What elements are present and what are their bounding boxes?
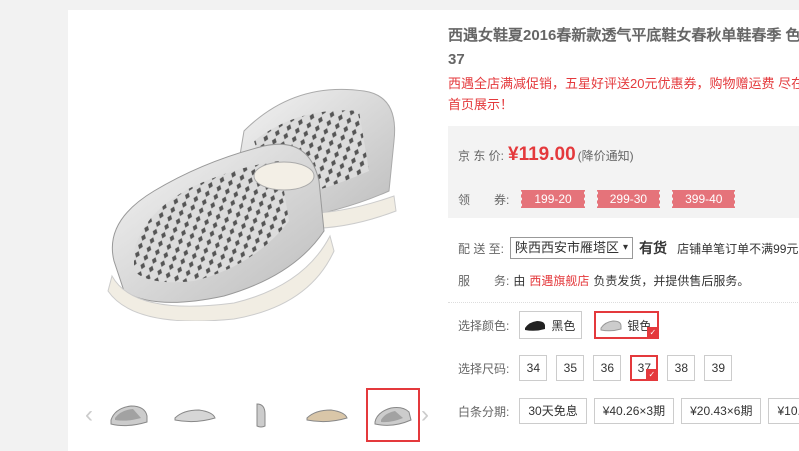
size-39[interactable]: 39: [704, 355, 733, 381]
installment-30-day[interactable]: 30天免息: [519, 398, 587, 424]
thumbs-next-arrow[interactable]: ›: [414, 400, 436, 430]
size-35[interactable]: 35: [556, 355, 585, 381]
size-label: 选择尺码:: [458, 361, 510, 376]
delivery-label: 配 送 至:: [458, 241, 505, 256]
installment-6-period[interactable]: ¥20.43×6期: [681, 398, 762, 424]
divider: [448, 302, 799, 303]
shoe-thumbnail-icon: [256, 403, 266, 428]
color-label: 选择颜色:: [458, 318, 510, 333]
shoe-thumbnail-icon: [374, 407, 412, 426]
shoe-thumbnail-icon: [306, 409, 348, 423]
shipping-note: 店铺单笔订单不满99元: [677, 241, 799, 256]
coupon-399-40[interactable]: 399-40: [671, 190, 736, 208]
shoe-thumbnail-icon: [174, 409, 216, 423]
thumbnail-4[interactable]: [300, 388, 354, 442]
coupon-199-20[interactable]: 199-20: [520, 190, 585, 208]
price-value: ¥119.00: [508, 144, 576, 165]
color-option-black[interactable]: 黑色: [519, 311, 583, 339]
price-notify-link[interactable]: (降价通知): [578, 147, 634, 164]
color-row: 选择颜色: 黑色 银色 ✓: [458, 311, 671, 339]
price-box: 京 东 价: ¥119.00 (降价通知) 领 券: 199-20 299-30…: [448, 126, 799, 218]
chevron-down-icon: ▾: [623, 242, 629, 253]
product-title: 西遇女鞋夏2016春新款透气平底鞋女春秋单鞋春季 色 37: [448, 27, 799, 68]
color-option-label: 黑色: [551, 318, 576, 333]
silver-shoe-icon: [600, 320, 622, 332]
service-row: 服 务: 由 西遇旗舰店 负责发货，并提供售后服务。: [458, 272, 749, 289]
installment-label: 白条分期:: [458, 404, 510, 419]
thumbnail-5-selected[interactable]: [366, 388, 420, 442]
price-label: 京 东 价:: [458, 149, 505, 163]
price-row: 京 东 价: ¥119.00 (降价通知): [458, 144, 634, 166]
installment-3-period[interactable]: ¥40.26×3期: [593, 398, 675, 424]
product-page: ‹ › 西遇女鞋夏2016春新款透气平底鞋女春秋单鞋春季 色 37 西遇全店满减…: [68, 10, 799, 451]
size-37-selected[interactable]: 37 ✓: [630, 355, 659, 381]
coupon-299-30[interactable]: 299-30: [595, 190, 661, 208]
thumbnail-3[interactable]: [234, 388, 288, 442]
checkmark-icon: ✓: [647, 327, 659, 338]
size-36[interactable]: 36: [593, 355, 622, 381]
coupon-label: 领 券:: [458, 192, 510, 207]
installment-more[interactable]: ¥10.5: [768, 398, 799, 424]
checkmark-icon: ✓: [646, 369, 658, 380]
thumbnail-strip: [102, 388, 420, 442]
region-value: 陕西西安市雁塔区: [515, 240, 620, 255]
shop-link[interactable]: 西遇旗舰店: [529, 272, 589, 289]
service-prefix: 由: [513, 274, 526, 288]
delivery-row: 配 送 至: 陕西西安市雁塔区 ▾ 有货 店铺单笔订单不满99元: [458, 237, 798, 259]
size-row: 选择尺码: 34 35 36 37 ✓ 38 39: [458, 355, 741, 381]
service-suffix: 负责发货，并提供售后服务。: [593, 274, 750, 288]
installment-row: 白条分期: 30天免息 ¥40.26×3期 ¥20.43×6期 ¥10.5: [458, 398, 799, 424]
main-product-image: [68, 10, 440, 382]
black-shoe-icon: [525, 321, 546, 331]
thumbnail-1[interactable]: [102, 388, 156, 442]
stock-status: 有货: [639, 240, 668, 256]
size-34[interactable]: 34: [519, 355, 548, 381]
coupon-row: 领 券: 199-20 299-30 399-40: [458, 190, 747, 208]
service-label: 服 务:: [458, 274, 510, 288]
size-38[interactable]: 38: [667, 355, 696, 381]
thumbnail-2[interactable]: [168, 388, 222, 442]
thumbs-prev-arrow[interactable]: ‹: [78, 400, 100, 430]
shoe-thumbnail-icon: [110, 405, 148, 427]
promo-text: 西遇全店满减促销，五星好评送20元优惠券，购物赠运费 尽在首页展示！: [448, 76, 799, 112]
color-option-silver[interactable]: 银色 ✓: [594, 311, 660, 339]
region-select[interactable]: 陕西西安市雁塔区 ▾: [510, 237, 634, 259]
